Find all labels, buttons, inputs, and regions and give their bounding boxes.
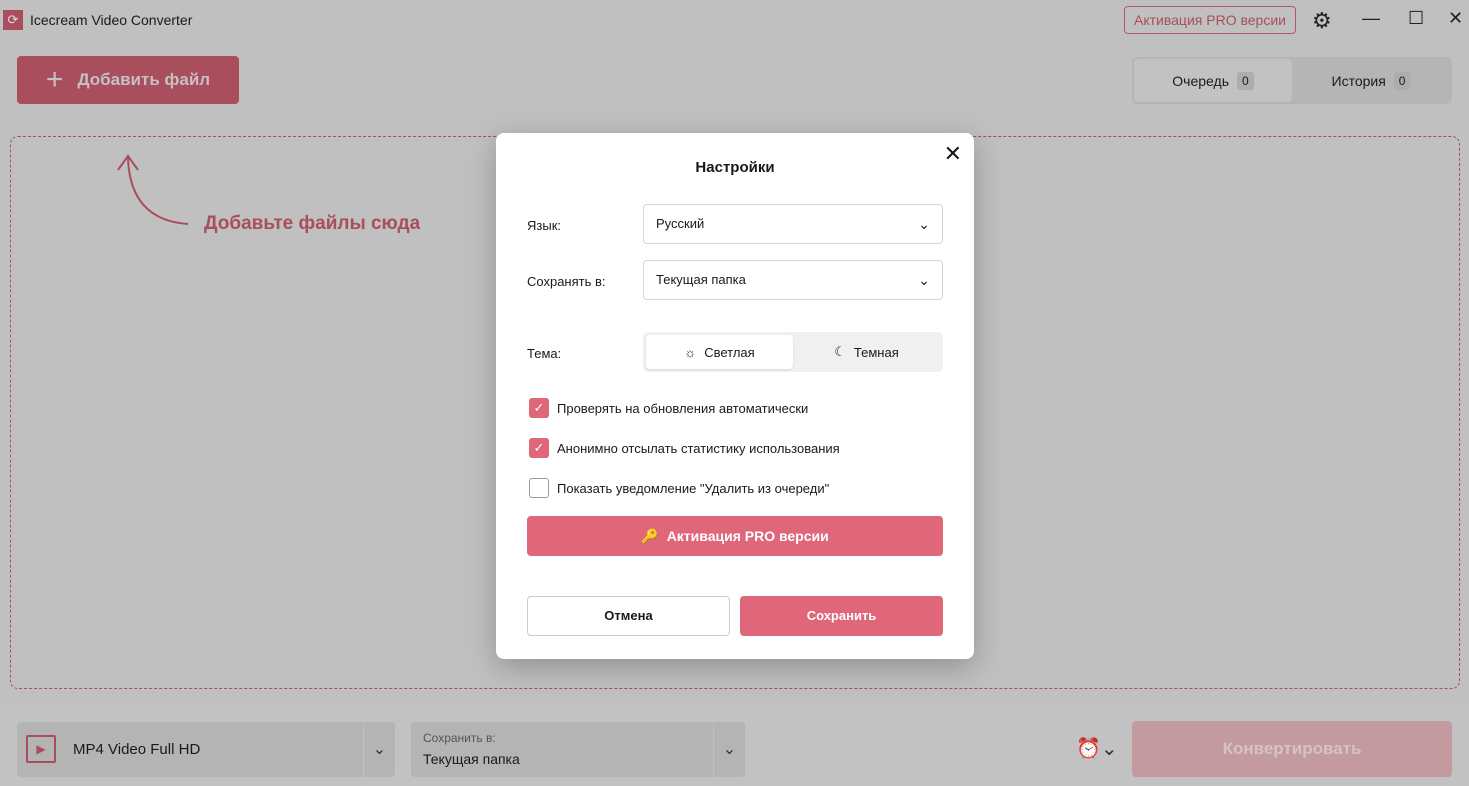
checkbox-checked[interactable]: ✓ [529,438,549,458]
checkbox-label: Анонимно отсылать статистику использован… [557,440,840,456]
settings-dialog: Настройки ✕ Язык: Русский ⌄ Сохранять в: … [496,133,974,659]
tab-history[interactable]: История 0 [1292,59,1450,102]
save-value: Текущая папка [423,751,520,767]
close-window-icon[interactable]: ✕ [1448,8,1463,29]
theme-dark-label: Темная [853,344,899,360]
app-logo-icon: ⟳ [3,10,23,30]
save-label: Сохранить в: [423,731,496,745]
cancel-button[interactable]: Отмена [527,596,730,636]
save-to-value: Текущая папка [656,272,746,287]
format-value: MP4 Video Full HD [73,741,201,758]
theme-dark-option[interactable]: ☾ Темная [793,335,940,369]
theme-toggle: ☼ Светлая ☾ Темная [643,332,943,372]
add-file-label: Добавить файл [77,70,211,89]
theme-light-option[interactable]: ☼ Светлая [646,335,793,369]
gear-icon[interactable]: ⚙ [1312,8,1332,34]
chevron-down-icon[interactable]: ⌄ [363,722,395,777]
chevron-down-icon[interactable]: ⌄ [713,722,745,777]
key-icon: 🔑 [641,527,659,544]
save-to-select[interactable]: Текущая папка ⌄ [643,260,943,300]
app-title: Icecream Video Converter [30,12,193,28]
convert-button[interactable]: Конвертировать [1132,721,1452,777]
theme-light-label: Светлая [704,344,755,360]
video-film-icon: ▶ [26,735,56,763]
tab-label: Очередь [1172,72,1229,89]
close-icon[interactable]: ✕ [944,141,962,167]
dialog-title: Настройки [695,159,775,176]
anonymous-stats-checkbox[interactable]: ✓ Анонимно отсылать статистику использова… [529,438,840,458]
queue-history-tabs: Очередь 0 История 0 [1132,57,1452,104]
moon-icon: ☾ [834,344,846,359]
checkbox-label: Проверять на обновления автоматически [557,400,809,416]
pro-label: Активация PRO версии [666,528,829,544]
add-file-button[interactable]: + Добавить файл [17,56,239,104]
output-folder-select[interactable]: Сохранить в: Текущая папка ⌄ [411,722,745,777]
checkbox-unchecked[interactable] [529,478,549,498]
tab-queue[interactable]: Очередь 0 [1134,59,1292,102]
format-select[interactable]: ▶ MP4 Video Full HD ⌄ [17,722,395,777]
alarm-clock-icon[interactable]: ⏰⌄ [1076,736,1118,761]
count-badge: 0 [1237,71,1254,90]
activate-pro-button[interactable]: Активация PRO версии [1124,6,1296,34]
checkbox-checked[interactable]: ✓ [529,398,549,418]
tab-label: История [1331,72,1386,89]
plus-icon: + [45,63,64,96]
chevron-down-icon: ⌄ [918,216,930,232]
language-label: Язык: [527,218,561,233]
maximize-icon[interactable]: ☐ [1408,8,1424,29]
auto-update-checkbox[interactable]: ✓ Проверять на обновления автоматически [529,398,808,418]
save-to-label: Сохранять в: [527,274,606,289]
language-select[interactable]: Русский ⌄ [643,204,943,244]
language-value: Русский [656,216,705,231]
activate-pro-dialog-button[interactable]: 🔑 Активация PRO версии [527,516,943,556]
title-bar: ⟳ Icecream Video Converter Активация PRO… [0,0,1469,40]
count-badge: 0 [1393,71,1411,90]
checkbox-label: Показать уведомление "Удалить из очереди… [557,480,830,496]
chevron-down-icon: ⌄ [918,272,930,288]
curved-arrow-icon [117,154,189,225]
drop-hint: Добавьте файлы сюда [204,213,421,234]
minimize-icon[interactable]: — [1362,8,1380,29]
save-button[interactable]: Сохранить [740,596,943,636]
sun-icon: ☼ [684,344,697,360]
remove-notice-checkbox[interactable]: Показать уведомление "Удалить из очереди… [529,478,829,498]
theme-label: Тема: [527,346,562,361]
